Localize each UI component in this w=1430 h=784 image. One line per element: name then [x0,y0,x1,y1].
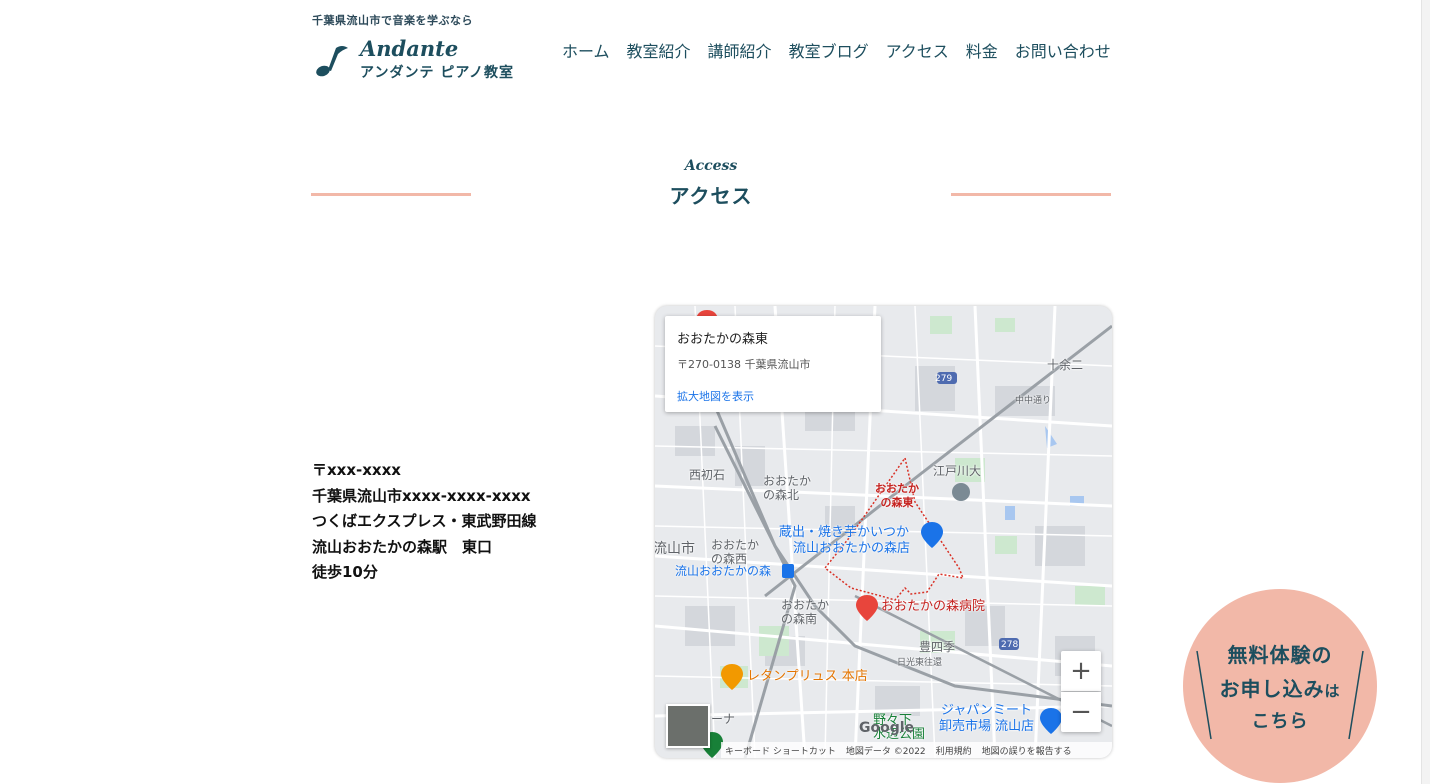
map-label-hospital: おおたかの森病院 [881,599,986,614]
cta-line-2: お申し込みは [1183,673,1377,702]
nav-pricing[interactable]: 料金 [966,38,998,62]
google-map[interactable]: 279 278 十余二 中中通り 西初石 おおたか の森北 おおたか の森東 江… [655,306,1112,758]
map-label-kurade-store: 流山おおたかの森店 [793,541,911,556]
street-address: 千葉県流山市xxxx-xxxx-xxxx [312,486,531,505]
cta-line-3: こちら [1251,711,1309,732]
map-label-nagareyama-city: 流山市 [655,541,695,557]
map-label-station: 流山おおたかの森 [675,564,772,578]
map-attribution: キーボード ショートカット 地図データ ©2022 利用規約 地図の誤りを報告す… [721,742,1112,758]
free-trial-cta-button[interactable]: 無料体験の お申し込みは こちら [1183,589,1377,783]
report-error-link[interactable]: 地図の誤りを報告する [982,744,1072,757]
map-label-edogawa-univ: 江戸川大 [933,464,982,478]
map-label-japan-meat-store: 卸売市場 流山店 [939,719,1035,734]
map-label-kouchi: ーナ [711,712,736,726]
map-label-nishi-hatsuishi: 西初石 [689,468,726,482]
zoom-out-button[interactable]: − [1061,692,1101,732]
view-larger-map-link[interactable]: 拡大地図を表示 [677,388,754,404]
logo-wordmark: Andante [360,36,459,61]
map-label-otaka-minami: おおたか の森南 [781,598,830,626]
cta-line-2-particle: は [1324,682,1341,700]
nav-teachers[interactable]: 講師紹介 [708,38,772,62]
nav-blog[interactable]: 教室ブログ [789,38,869,62]
nav-home[interactable]: ホーム [562,38,610,62]
satellite-layer-button[interactable] [666,704,710,748]
section-divider-right [951,193,1111,196]
map-label-japan-meat: ジャパンミート [941,703,1033,718]
route-278-label: 278 [1001,640,1019,650]
address-block: 〒xxx-xxxx 千葉県流山市xxxx-xxxx-xxxx つくばエクスプレス… [312,458,537,586]
map-label-nikko-road: 日光東往還 [897,658,943,668]
map-label-toyoshiki: 豊四季 [919,640,956,654]
music-note-icon [316,46,348,77]
map-label-restaurant: レタンプリュス 本店 [747,669,868,684]
map-label-jyuuyoni: 十余二 [1047,358,1084,372]
map-label-otaka-kita: おおたか の森北 [763,474,812,502]
walking-time: 徒歩10分 [312,563,378,581]
nav-access[interactable]: アクセス [886,38,949,62]
station-exit: 流山おおたかの森駅 東口 [312,537,493,556]
nav-about[interactable]: 教室紹介 [627,38,691,62]
page-scrollbar[interactable] [1421,0,1430,784]
place-info-card: おおたかの森東 〒270-0138 千葉県流山市 拡大地図を表示 [665,316,881,412]
train-lines: つくばエクスプレス・東武野田線 [312,512,537,530]
terms-link[interactable]: 利用規約 [936,744,972,757]
keyboard-shortcuts-link[interactable]: キーボード ショートカット [725,744,836,757]
route-279-label: 279 [935,374,953,384]
section-title: アクセス [669,184,753,208]
cta-line-2-main: お申し込み [1219,677,1325,701]
google-logo: Google [859,720,915,736]
map-label-kurade: 蔵出・焼き芋かいつか [779,525,910,540]
main-nav: ホーム 教室紹介 講師紹介 教室ブログ アクセス 料金 お問い合わせ [562,38,1111,62]
section-title-en: Access [684,158,738,174]
nav-contact[interactable]: お問い合わせ [1015,38,1111,62]
map-data-credit: 地図データ ©2022 [845,746,926,757]
map-label-nakadoori: 中中通り [1015,396,1052,406]
map-label-otaka-higashi: おおたか の森東 [875,482,919,509]
place-title: おおたかの森東 [677,332,769,347]
logo-subtitle: アンダンテ ピアノ教室 [360,65,515,81]
place-address: 〒270-0138 千葉県流山市 [677,358,811,371]
postal-code: 〒xxx-xxxx [312,461,401,479]
header-tagline: 千葉県流山市で音楽を学ぶなら [312,14,473,27]
cta-line-1: 無料体験の [1227,643,1333,667]
map-label-otaka-nishi: おおたか の森西 [711,538,760,566]
site-logo[interactable]: Andante アンダンテ ピアノ教室 [314,36,524,86]
zoom-in-button[interactable]: + [1061,651,1101,691]
